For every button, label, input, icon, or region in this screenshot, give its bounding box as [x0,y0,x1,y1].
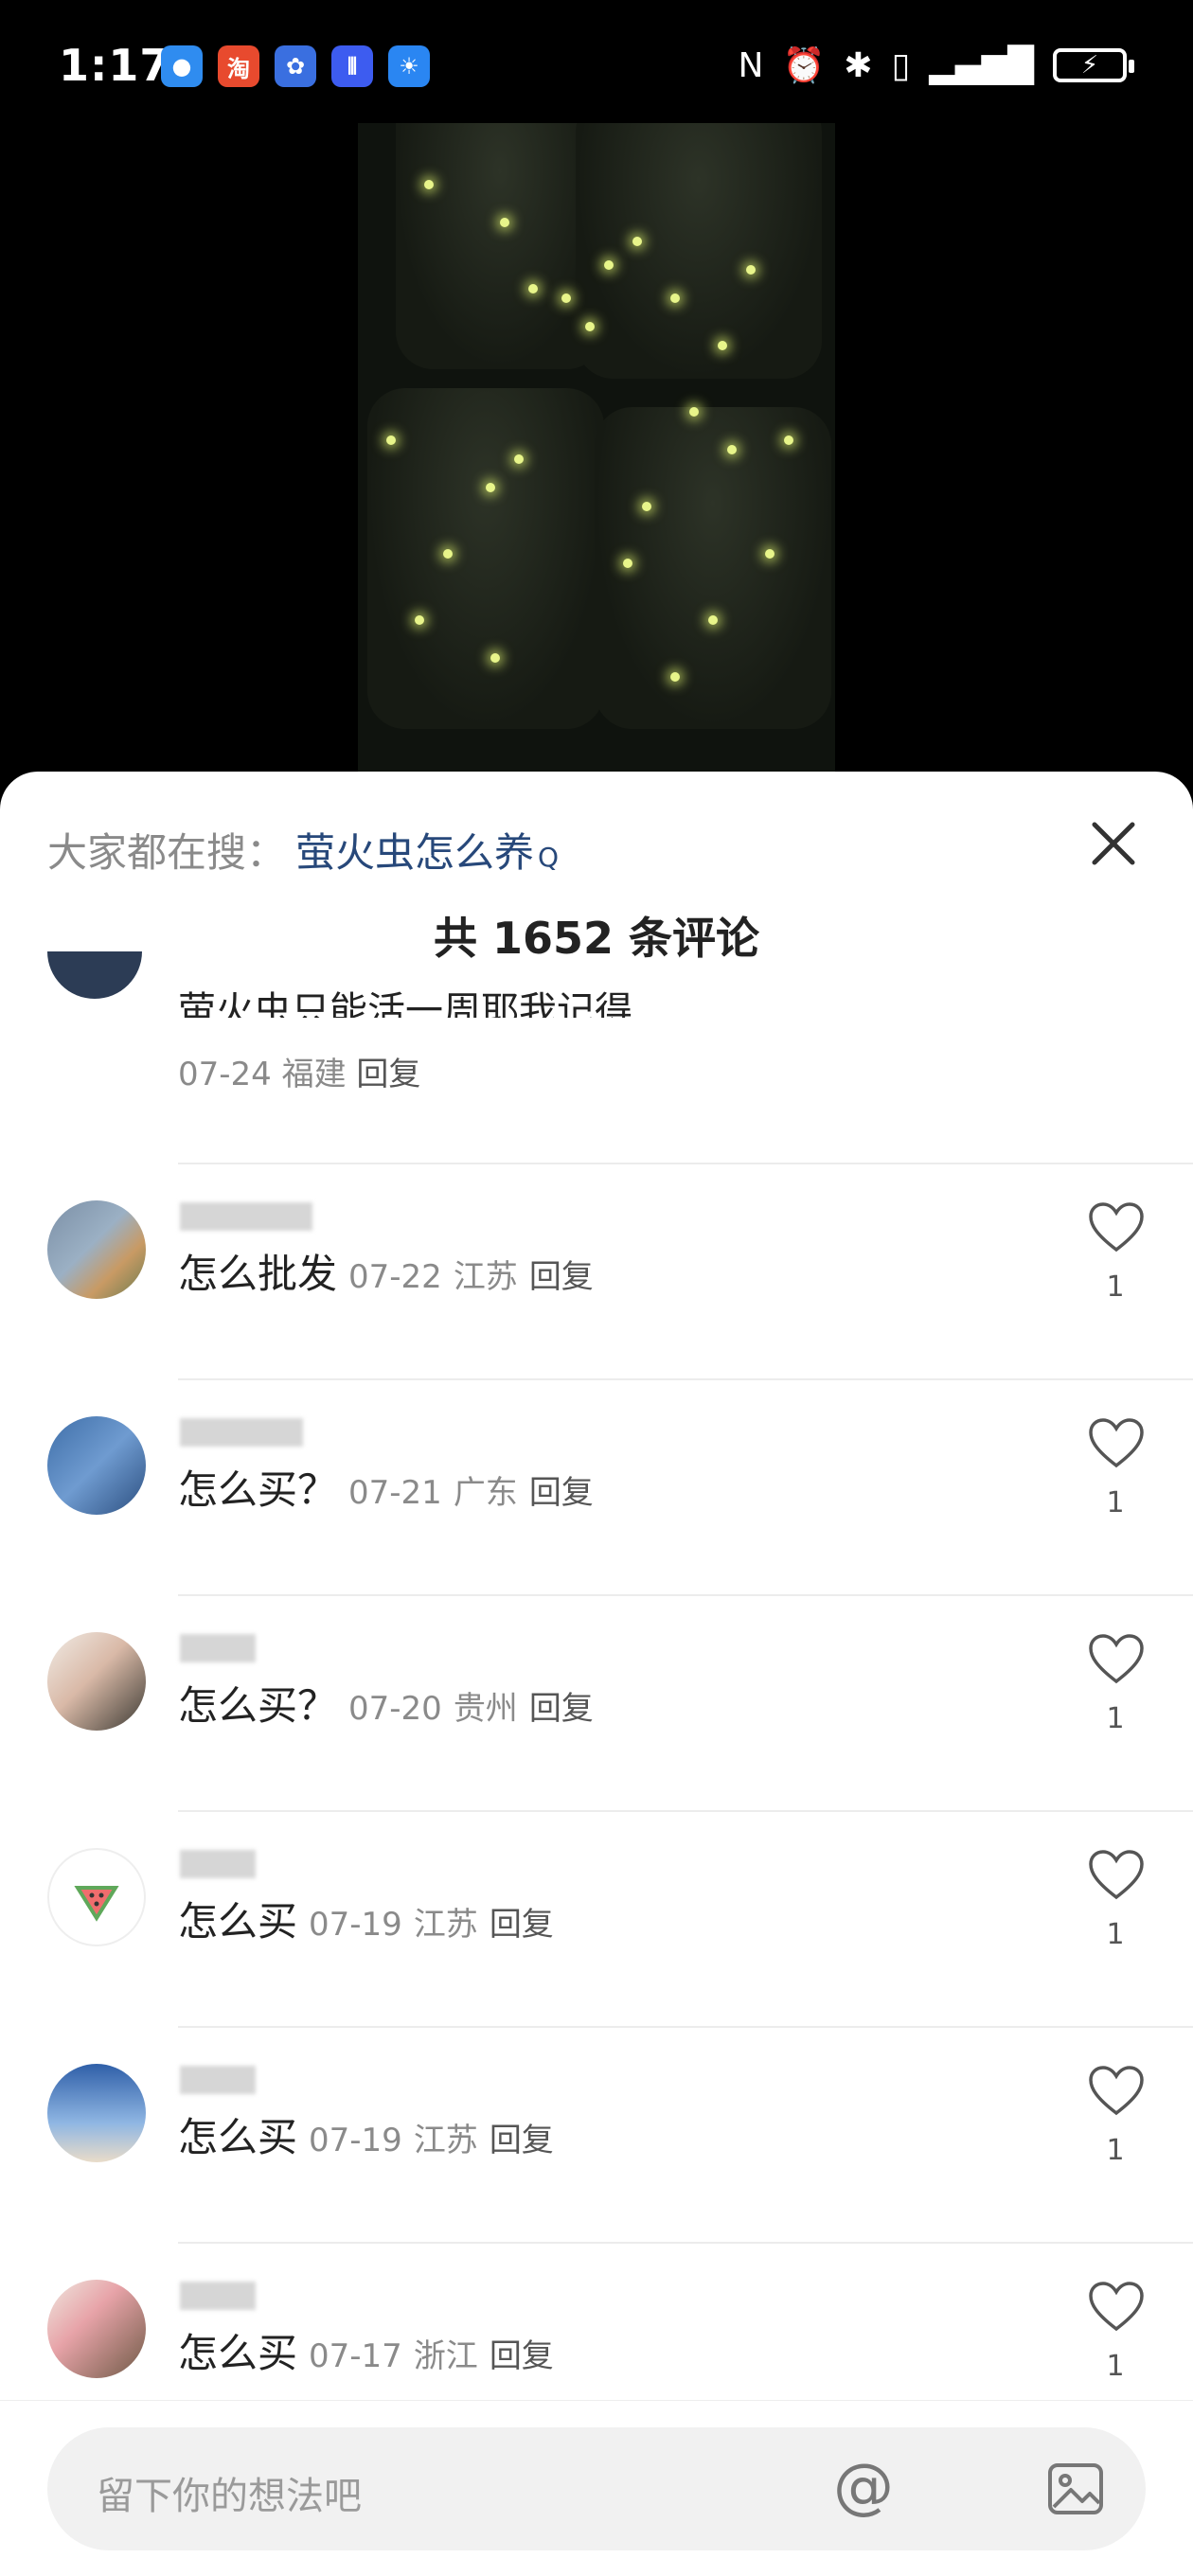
status-time: 1:17 [59,40,171,91]
notification-icons: ● 淘 ✿ ⦀ ☀ [161,45,430,87]
status-bar: 1:17 ● 淘 ✿ ⦀ ☀ N ⏰ ✱ ▯ ▂▄▆█ ⚡ [0,0,1193,133]
like-count: 1 [1106,2134,1125,2167]
list-item: 萤火虫只能活一周耶我记得 07-24 福建 回复 [0,951,1193,1164]
voice-app-icon: ⦀ [331,45,373,87]
comment-body: 怎么买？ 07-21 广东 回复 [178,1458,594,1516]
comment-text: 怎么买 [178,2330,298,2376]
reply-button[interactable]: 回复 [356,1056,420,1093]
battery-charging-icon: ⚡ [1053,48,1134,82]
bluetooth-icon: ✱ [844,45,873,85]
reply-button[interactable]: 回复 [529,1474,594,1512]
comment-date: 07-22 [348,1258,442,1296]
comment-text: 怎么买 [178,1898,298,1945]
comment-text: 萤火虫只能活一周耶我记得 [178,989,632,1018]
comment-location: 江苏 [453,1258,518,1296]
avatar[interactable] [47,2064,146,2162]
trending-search[interactable]: 大家都在搜： 萤火虫怎么养 Q [47,821,559,879]
search-term-link[interactable]: 萤火虫怎么养 [295,821,534,879]
like-count: 1 [1106,1702,1125,1735]
bulb-app-icon: ☀ [388,45,430,87]
like-count: 1 [1106,1270,1125,1304]
watermelon-icon [74,1886,119,1922]
avatar[interactable] [47,1200,146,1299]
reply-button[interactable]: 回复 [490,2122,554,2159]
comment-input[interactable]: 留下你的想法吧 @ [47,2427,1146,2550]
comment-body: 怎么买 07-19 江苏 回复 [178,2105,554,2163]
comment-date: 07-20 [348,1690,442,1728]
list-item: 怎么买？ 07-21 广东 回复 1 [0,1380,1193,1596]
comment-input-bar: 留下你的想法吧 @ [0,2400,1193,2576]
comment-meta: 07-24 福建 回复 [178,1048,420,1094]
like-count: 1 [1106,1486,1125,1519]
comment-date: 07-21 [348,1474,442,1512]
comment-location: 江苏 [413,2122,478,2159]
list-item: 怎么买？ 07-20 贵州 回复 1 [0,1596,1193,1812]
username-blurred[interactable] [180,2066,256,2094]
comments-sheet: 大家都在搜： 萤火虫怎么养 Q 共 1652 条评论 萤火虫只能活一周耶我记得 … [0,772,1193,2575]
comment-body: 怎么买？ 07-20 贵州 回复 [178,1674,594,1732]
comment-text: 怎么批发 [178,1251,338,1297]
like-count: 1 [1106,1918,1125,1951]
like-heart-icon[interactable] [1087,1200,1146,1253]
reply-button[interactable]: 回复 [490,1906,554,1944]
comment-text: 怎么买？ [178,1682,338,1729]
comment-date: 07-19 [309,1906,402,1944]
like-heart-icon[interactable] [1087,2280,1146,2333]
system-icons: N ⏰ ✱ ▯ ▂▄▆█ ⚡ [738,45,1134,85]
username-blurred[interactable] [180,2282,256,2310]
like-count: 1 [1106,2350,1125,2383]
reply-button[interactable]: 回复 [490,2337,554,2375]
list-item: 怎么买 07-19 江苏 回复 1 [0,2028,1193,2244]
like-heart-icon[interactable] [1087,1848,1146,1901]
comment-location: 福建 [281,1056,347,1093]
alarm-icon: ⏰ [782,46,826,85]
comment-body: 怎么批发 07-22 江苏 回复 [178,1242,594,1300]
avatar[interactable] [47,2280,146,2378]
comment-text: 怎么买 [178,2114,298,2160]
signal-icon: ▂▄▆█ [929,45,1034,85]
taobao-app-icon: 淘 [218,45,259,87]
comment-location: 贵州 [453,1690,518,1728]
comment-body: 怎么买 07-17 浙江 回复 [178,2321,554,2379]
image-icon[interactable] [1046,2460,1105,2518]
avatar[interactable] [47,1848,146,1946]
list-item: 怎么买 07-19 江苏 回复 1 [0,1812,1193,2028]
baidu-app-icon: ✿ [275,45,316,87]
comment-location: 广东 [453,1474,518,1512]
close-icon[interactable] [1087,817,1140,870]
list-item: 怎么批发 07-22 江苏 回复 1 [0,1164,1193,1380]
reply-button[interactable]: 回复 [529,1690,594,1728]
comment-count: 共 1652 条评论 [433,913,760,964]
username-blurred[interactable] [180,1418,303,1447]
username-blurred[interactable] [180,1634,256,1662]
video-player[interactable] [358,123,835,772]
username-blurred[interactable] [180,1850,256,1878]
reply-button[interactable]: 回复 [529,1258,594,1296]
comment-date: 07-17 [309,2337,402,2375]
search-icon: Q [538,842,560,873]
avatar[interactable] [47,1632,146,1731]
comment-text: 怎么买？ [178,1466,338,1513]
like-heart-icon[interactable] [1087,2064,1146,2117]
avatar[interactable] [47,1416,146,1515]
comment-location: 浙江 [413,2337,478,2375]
comment-location: 江苏 [413,1906,478,1944]
like-heart-icon[interactable] [1087,1632,1146,1685]
comment-date: 07-24 [178,1056,272,1093]
chat-app-icon: ● [161,45,203,87]
comment-body: 怎么买 07-19 江苏 回复 [178,1890,554,1947]
nfc-icon: N [738,45,764,85]
username-blurred[interactable] [180,1202,312,1231]
comment-date: 07-19 [309,2122,402,2159]
search-prefix: 大家都在搜： [47,829,287,876]
input-placeholder: 留下你的想法吧 [97,2475,362,2518]
vibrate-icon: ▯ [891,45,911,85]
avatar[interactable] [47,951,142,999]
like-heart-icon[interactable] [1087,1416,1146,1469]
mention-at-icon[interactable]: @ [833,2452,894,2522]
